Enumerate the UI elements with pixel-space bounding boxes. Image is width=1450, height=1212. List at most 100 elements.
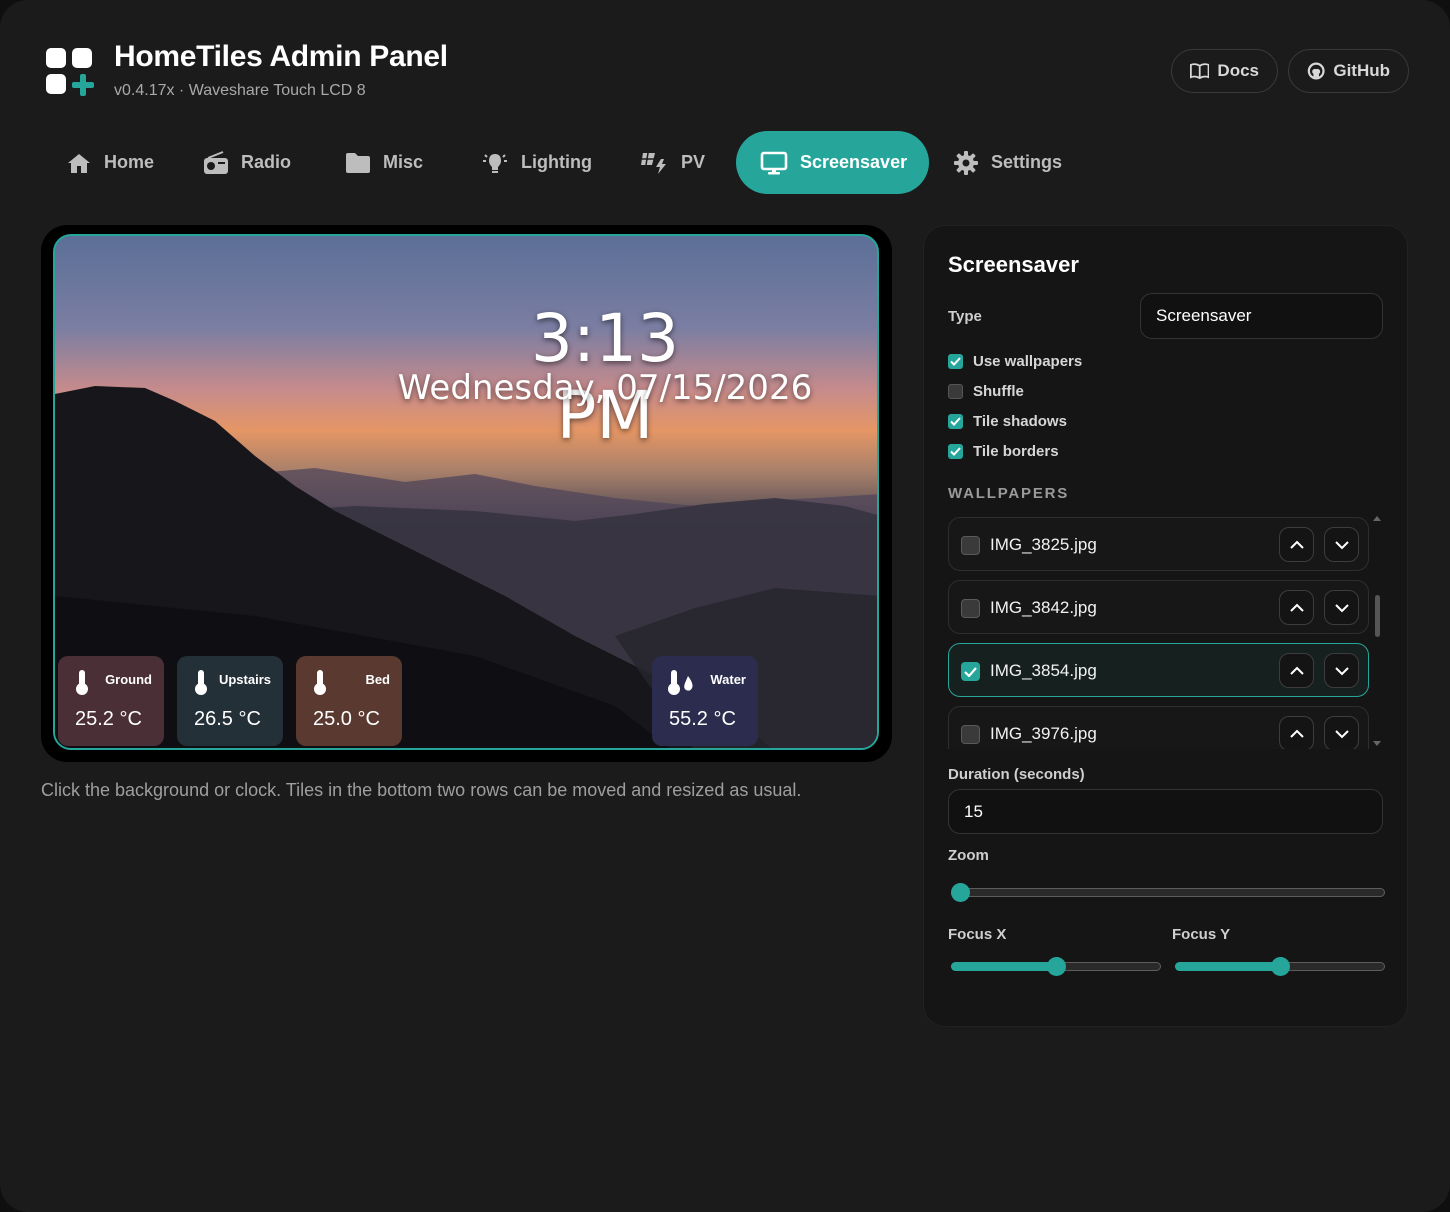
tile-value: 55.2 °C xyxy=(669,708,736,730)
tile-ground[interactable]: Ground 25.2 °C xyxy=(58,656,164,746)
thermometer-icon xyxy=(195,670,207,695)
screensaver-date[interactable]: Wednesday, 07/15/2026 xyxy=(395,368,815,408)
slider-handle[interactable] xyxy=(1047,957,1066,976)
slider-handle[interactable] xyxy=(951,883,970,902)
app-logo-icon xyxy=(44,46,94,96)
wallpaper-item-selected[interactable]: IMG_3854.jpg xyxy=(948,643,1369,697)
option-label: Tile borders xyxy=(973,443,1059,460)
duration-input[interactable]: 15 xyxy=(948,789,1383,834)
wallpaper-name: IMG_3825.jpg xyxy=(990,535,1097,554)
focus-x-label: Focus X xyxy=(948,926,1007,943)
option-label: Use wallpapers xyxy=(973,353,1083,370)
wallpaper-checkbox[interactable] xyxy=(961,662,980,681)
scrollbar-thumb[interactable] xyxy=(1375,595,1380,637)
radio-icon xyxy=(204,150,228,174)
option-label: Shuffle xyxy=(973,383,1024,400)
tile-value: 26.5 °C xyxy=(194,708,261,730)
tab-pv[interactable]: PV xyxy=(617,131,736,194)
focus-y-label: Focus Y xyxy=(1172,926,1231,943)
tile-name: Water xyxy=(710,672,746,687)
move-down-button[interactable] xyxy=(1324,716,1359,749)
solar-panel-icon xyxy=(641,152,666,174)
app-title: HomeTiles Admin Panel xyxy=(114,40,448,73)
wallpaper-checkbox[interactable] xyxy=(961,599,980,618)
type-label: Type xyxy=(948,308,982,325)
wallpaper-item[interactable]: IMG_3842.jpg xyxy=(948,580,1369,634)
folder-icon xyxy=(346,152,370,173)
tab-home[interactable]: Home xyxy=(42,131,179,194)
lightbulb-icon xyxy=(483,153,507,173)
chevron-up-icon xyxy=(1289,729,1304,738)
checkbox[interactable] xyxy=(948,354,963,369)
tab-screensaver[interactable]: Screensaver xyxy=(736,131,929,194)
zoom-slider[interactable] xyxy=(951,883,1385,903)
docs-label: Docs xyxy=(1217,61,1259,80)
thermometer-icon xyxy=(314,670,326,695)
duration-label: Duration (seconds) xyxy=(948,766,1085,783)
move-up-button[interactable] xyxy=(1279,527,1314,562)
wallpaper-list: IMG_3825.jpg IMG_3842.jpg IMG_3854.jpg I… xyxy=(948,517,1371,749)
github-icon xyxy=(1307,62,1325,80)
wallpaper-checkbox[interactable] xyxy=(961,536,980,555)
type-select[interactable]: Screensaver xyxy=(1140,293,1383,339)
slider-track xyxy=(951,888,1385,897)
book-icon xyxy=(1190,63,1210,80)
docs-button[interactable]: Docs xyxy=(1171,49,1278,93)
water-temperature-icon xyxy=(668,670,693,695)
chevron-up-icon xyxy=(1289,666,1304,675)
slider-handle[interactable] xyxy=(1271,957,1290,976)
tab-label: PV xyxy=(681,152,706,172)
preview-hint: Click the background or clock. Tiles in … xyxy=(41,780,802,800)
move-up-button[interactable] xyxy=(1279,590,1314,625)
move-down-button[interactable] xyxy=(1324,527,1359,562)
checkbox[interactable] xyxy=(948,444,963,459)
tab-label: Misc xyxy=(383,152,424,172)
gear-icon xyxy=(954,150,978,175)
chevron-down-icon xyxy=(1334,666,1349,675)
slider-fill xyxy=(1175,962,1280,971)
tile-water[interactable]: Water 55.2 °C xyxy=(652,656,758,746)
tile-name: Bed xyxy=(365,672,390,687)
tab-label: Home xyxy=(104,152,155,172)
wallpaper-item[interactable]: IMG_3976.jpg xyxy=(948,706,1369,749)
screensaver-preview-background[interactable]: 3:13 PM Wednesday, 07/15/2026 Ground 25.… xyxy=(53,234,879,750)
option-tile-borders[interactable]: Tile borders xyxy=(948,443,1059,460)
tab-label: Screensaver xyxy=(800,152,908,172)
option-shuffle[interactable]: Shuffle xyxy=(948,383,1024,400)
chevron-up-icon xyxy=(1289,540,1304,549)
tab-settings[interactable]: Settings xyxy=(929,131,1089,194)
wallpaper-list-scrollbar[interactable] xyxy=(1373,513,1381,751)
screensaver-settings-panel: Screensaver Type Screensaver Use wallpap… xyxy=(923,225,1408,1027)
tile-value: 25.2 °C xyxy=(75,708,142,730)
wallpaper-checkbox[interactable] xyxy=(961,725,980,744)
wallpaper-name: IMG_3842.jpg xyxy=(990,598,1097,617)
tab-lighting[interactable]: Lighting xyxy=(457,131,617,194)
checkbox[interactable] xyxy=(948,384,963,399)
focus-x-slider[interactable] xyxy=(951,957,1161,977)
tab-misc[interactable]: Misc xyxy=(321,131,457,194)
focus-y-slider[interactable] xyxy=(1175,957,1385,977)
slider-fill xyxy=(951,962,1056,971)
option-use-wallpapers[interactable]: Use wallpapers xyxy=(948,353,1082,370)
tab-radio[interactable]: Radio xyxy=(179,131,321,194)
move-up-button[interactable] xyxy=(1279,716,1314,749)
wallpaper-name: IMG_3854.jpg xyxy=(990,661,1097,680)
tile-upstairs[interactable]: Upstairs 26.5 °C xyxy=(177,656,283,746)
option-tile-shadows[interactable]: Tile shadows xyxy=(948,413,1067,430)
tile-value: 25.0 °C xyxy=(313,708,380,730)
chevron-down-icon xyxy=(1334,540,1349,549)
type-value: Screensaver xyxy=(1156,306,1252,325)
wallpaper-item[interactable]: IMG_3825.jpg xyxy=(948,517,1369,571)
wallpapers-heading: WALLPAPERS xyxy=(948,485,1070,502)
tile-name: Ground xyxy=(105,672,152,687)
move-up-button[interactable] xyxy=(1279,653,1314,688)
zoom-label: Zoom xyxy=(948,847,989,864)
chevron-up-icon xyxy=(1289,603,1304,612)
thermometer-icon xyxy=(76,670,88,695)
github-button[interactable]: GitHub xyxy=(1288,49,1409,93)
move-down-button[interactable] xyxy=(1324,653,1359,688)
move-down-button[interactable] xyxy=(1324,590,1359,625)
checkbox[interactable] xyxy=(948,414,963,429)
tile-bed[interactable]: Bed 25.0 °C xyxy=(296,656,402,746)
monitor-icon xyxy=(760,151,788,174)
